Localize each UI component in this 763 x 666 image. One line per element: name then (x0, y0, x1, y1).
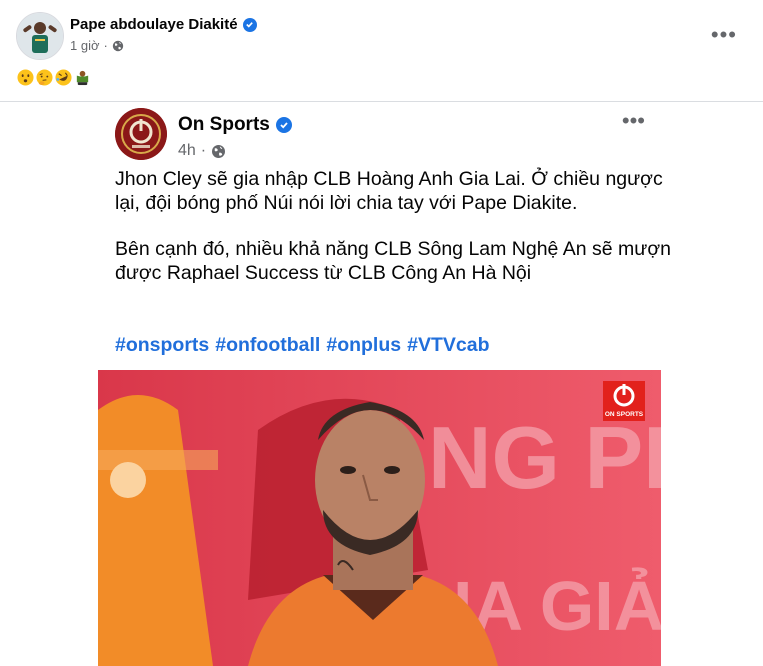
shared-post-time[interactable]: 4h (178, 142, 196, 160)
on-sports-badge-text: ON SPORTS (605, 411, 644, 418)
globe-icon (212, 144, 226, 158)
player-photo-image: NG PH IA GIẢ (98, 370, 661, 666)
person-bowing-icon (76, 70, 89, 86)
divider (0, 101, 98, 102)
page-avatar[interactable] (115, 108, 167, 160)
photo-bg-text: NG PH (428, 408, 661, 507)
thinking-face-icon (36, 69, 53, 86)
hashtag-vtvcab[interactable]: #VTVcab (407, 334, 489, 357)
post-paragraph: Bên cạnh đó, nhiều khả năng CLB Sông Lam… (115, 238, 671, 284)
verified-badge-icon (242, 17, 257, 32)
author-avatar[interactable] (16, 12, 64, 60)
hashtag-onplus[interactable]: #onplus (326, 334, 401, 357)
post-text: Jhon Cley sẽ gia nhập CLB Hoàng Anh Gia … (115, 167, 675, 307)
author-avatar-image (17, 13, 63, 59)
globe-icon (112, 40, 124, 51)
hashtag-onfootball[interactable]: #onfootball (215, 334, 320, 357)
page-name-text[interactable]: On Sports (178, 114, 270, 136)
on-sports-badge-icon: ON SPORTS (603, 381, 645, 421)
shared-post: On Sports 4h · ••• Jhon Cley sẽ gia nhập… (98, 102, 763, 666)
post-more-button[interactable]: ••• (711, 22, 737, 48)
post-paragraph: Jhon Cley sẽ gia nhập CLB Hoàng Anh Gia … (115, 168, 663, 214)
shared-post-more-button[interactable]: ••• (622, 108, 645, 134)
post-header: Pape abdoulaye Diakité 1 giờ · ••• (0, 0, 763, 100)
post-photo[interactable]: NG PH IA GIẢ (98, 370, 661, 666)
hushed-face-icon (17, 69, 34, 86)
author-name-text[interactable]: Pape abdoulaye Diakité (70, 16, 238, 33)
shared-post-meta: 4h · (178, 142, 226, 160)
emoji-row (17, 69, 91, 86)
meta-separator: · (103, 38, 108, 53)
on-sports-logo-icon (115, 108, 167, 160)
rolling-on-floor-laughing-icon (55, 69, 72, 86)
on-sports-badge: ON SPORTS (603, 381, 645, 421)
author-name[interactable]: Pape abdoulaye Diakité (70, 16, 257, 33)
hashtag-list: #onsports #onfootball #onplus #VTVcab (115, 334, 489, 357)
verified-badge-icon (275, 117, 292, 133)
post-time[interactable]: 1 giờ (70, 38, 100, 53)
meta-separator: · (200, 142, 207, 159)
post-meta: 1 giờ · (70, 38, 124, 53)
page-name[interactable]: On Sports (178, 114, 292, 136)
hashtag-onsports[interactable]: #onsports (115, 334, 209, 357)
